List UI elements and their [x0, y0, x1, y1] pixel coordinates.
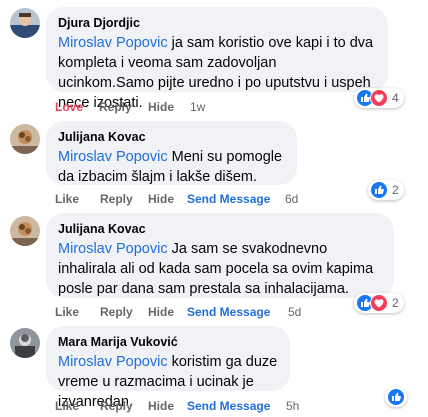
comment-timestamp[interactable]: 5d — [288, 305, 301, 319]
reply-button[interactable]: Reply — [99, 100, 132, 114]
hide-button[interactable]: Hide — [148, 305, 174, 319]
reaction-count: 2 — [392, 183, 399, 197]
reaction-summary[interactable] — [385, 387, 407, 407]
hide-button[interactable]: Hide — [148, 100, 174, 114]
mention-link[interactable]: Miroslav Popovic — [58, 149, 168, 165]
like-icon — [370, 181, 388, 199]
comment-bubble: Julijana Kovac Miroslav Popovic Ja sam s… — [46, 213, 394, 298]
mention-link[interactable]: Miroslav Popovic — [58, 354, 168, 370]
send-message-button[interactable]: Send Message — [187, 192, 270, 206]
reaction-summary[interactable]: 2 — [354, 293, 404, 313]
hide-button[interactable]: Hide — [148, 399, 174, 413]
mention-link[interactable]: Miroslav Popovic — [58, 241, 168, 257]
avatar[interactable] — [10, 8, 40, 38]
avatar[interactable] — [10, 124, 40, 154]
comment-author[interactable]: Julijana Kovac — [58, 129, 285, 145]
reaction-summary[interactable]: 2 — [368, 180, 404, 200]
love-button[interactable]: Love — [55, 100, 83, 114]
reply-button[interactable]: Reply — [100, 399, 133, 413]
comment-author[interactable]: Djura Djordjic — [58, 15, 376, 31]
reply-button[interactable]: Reply — [100, 192, 133, 206]
like-icon — [387, 388, 405, 406]
like-button[interactable]: Like — [55, 305, 79, 319]
reaction-count: 2 — [392, 296, 399, 310]
comment-bubble: Djura Djordjic Miroslav Popovic ja sam k… — [46, 7, 388, 111]
reply-button[interactable]: Reply — [100, 305, 133, 319]
reaction-summary[interactable]: 4 — [354, 88, 404, 108]
comment-timestamp[interactable]: 6d — [285, 192, 298, 206]
reaction-count: 4 — [392, 91, 399, 105]
comment-author[interactable]: Julijana Kovac — [58, 221, 382, 237]
mention-link[interactable]: Miroslav Popovic — [58, 35, 168, 51]
comment-timestamp[interactable]: 5h — [286, 399, 299, 413]
comment-bubble: Mara Marija Vuković Miroslav Popovic kor… — [46, 326, 290, 410]
avatar[interactable] — [10, 216, 40, 246]
comment-text: Miroslav Popovic Meni su pomogle da izba… — [58, 147, 285, 187]
like-button[interactable]: Like — [55, 192, 79, 206]
avatar[interactable] — [10, 328, 40, 358]
comment-timestamp[interactable]: 1w — [190, 100, 205, 114]
comment-author[interactable]: Mara Marija Vuković — [58, 334, 278, 350]
like-button[interactable]: Like — [55, 399, 79, 413]
send-message-button[interactable]: Send Message — [187, 305, 270, 319]
love-icon — [370, 89, 388, 107]
comment-text: Miroslav Popovic Ja sam se svakodnevno i… — [58, 239, 382, 299]
send-message-button[interactable]: Send Message — [187, 399, 270, 413]
love-icon — [370, 294, 388, 312]
hide-button[interactable]: Hide — [148, 192, 174, 206]
comment-bubble: Julijana Kovac Miroslav Popovic Meni su … — [46, 121, 297, 185]
